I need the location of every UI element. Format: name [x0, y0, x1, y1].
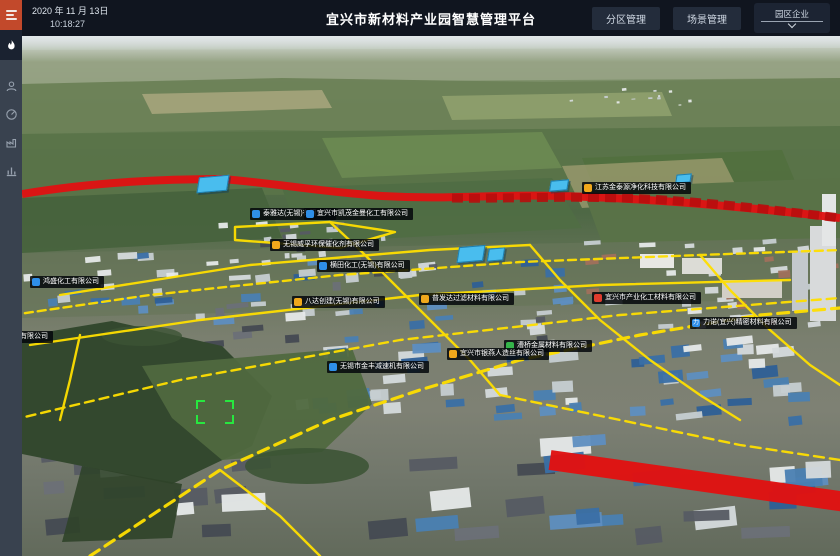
factory-icon [5, 136, 18, 149]
scene-management-button[interactable]: 场景管理 [673, 7, 741, 30]
app-window: 2020 年 11 月 13日 10:18:27 宜兴市新材料产业园智慧管理平台… [0, 0, 840, 556]
company-marker-icon [594, 294, 602, 302]
company-label[interactable]: 横田化工(无锡)有限公司 [317, 260, 410, 272]
3d-model-marker[interactable] [196, 175, 229, 194]
company-label-text: 无锡市金丰减速机有限公司 [340, 361, 424, 373]
company-marker-icon [252, 210, 260, 218]
company-label-text: 鸿盛化工有限公司 [43, 276, 99, 288]
menu-icon [6, 10, 17, 20]
company-label-text: 普发达过滤材料有限公司 [432, 293, 509, 305]
sidebar-item-fire-alarm[interactable] [0, 30, 22, 60]
company-marker-icon [32, 278, 40, 286]
sidebar-item-monitoring[interactable] [0, 100, 22, 128]
3d-model-marker[interactable] [456, 245, 485, 263]
3d-model-marker[interactable] [549, 179, 569, 192]
company-label-text: 八达创建(无锡)有限公司 [305, 296, 380, 308]
sidebar-item-statistics[interactable] [0, 156, 22, 184]
dropdown-label: 园区企业 [775, 9, 809, 20]
park-enterprise-dropdown[interactable]: 园区企业 [754, 3, 830, 33]
gauge-icon [5, 108, 18, 121]
company-marker-icon [421, 295, 429, 303]
company-label[interactable]: 宜兴市国信防火材料有限公司 [22, 331, 53, 343]
company-marker-icon [584, 184, 592, 192]
sidebar-item-personnel[interactable] [0, 72, 22, 100]
3d-model-marker[interactable] [487, 247, 505, 261]
current-time: 10:18:27 [32, 18, 172, 32]
map-3d-view[interactable]: 鸿盛化工有限公司宜兴市国信防火材料有限公司泰雅达(无锡)有限公司宜兴市凯茂金曼化… [22, 36, 840, 556]
company-label-text: 力诺(宜兴)精密材料有限公司 [703, 317, 792, 329]
company-marker-icon [294, 298, 302, 306]
company-label-text: 宜兴市国信防火材料有限公司 [22, 331, 48, 343]
company-label-text: 宜兴市银燕人造丝有限公司 [460, 348, 544, 360]
company-label[interactable]: 八达创建(无锡)有限公司 [292, 296, 385, 308]
sidebar-item-main-menu[interactable] [0, 0, 22, 30]
company-label[interactable]: 力力诺(宜兴)精密材料有限公司 [690, 317, 797, 329]
sidebar-item-enterprise[interactable] [0, 128, 22, 156]
selection-target-box [196, 400, 234, 424]
company-label[interactable]: 普发达过滤材料有限公司 [419, 293, 514, 305]
company-label[interactable]: 宜兴市产业化工材料有限公司 [592, 292, 701, 304]
user-icon [5, 80, 18, 93]
company-marker-icon: 力 [692, 319, 700, 327]
bar-chart-icon [5, 164, 18, 177]
company-label[interactable]: 宜兴市凯茂金曼化工有限公司 [304, 208, 413, 220]
current-date: 2020 年 11 月 13日 [32, 5, 172, 19]
company-label[interactable]: 无锡市金丰减速机有限公司 [327, 361, 429, 373]
company-label-text: 江苏金泰源净化科技有限公司 [595, 182, 686, 194]
company-marker-icon [306, 210, 314, 218]
company-marker-icon [319, 262, 327, 270]
flame-icon [5, 39, 18, 52]
company-label-text: 宜兴市产业化工材料有限公司 [605, 292, 696, 304]
company-marker-icon [329, 363, 337, 371]
datetime-block: 2020 年 11 月 13日 10:18:27 [22, 5, 172, 32]
company-label[interactable]: 宜兴市银燕人造丝有限公司 [447, 348, 549, 360]
company-label[interactable]: 鸿盛化工有限公司 [30, 276, 104, 288]
company-label-text: 横田化工(无锡)有限公司 [330, 260, 405, 272]
company-label[interactable]: 江苏金泰源净化科技有限公司 [582, 182, 691, 194]
company-marker-icon [272, 241, 280, 249]
company-label-text: 宜兴市凯茂金曼化工有限公司 [317, 208, 408, 220]
zone-management-button[interactable]: 分区管理 [592, 7, 660, 30]
sidebar [0, 0, 22, 556]
top-bar: 2020 年 11 月 13日 10:18:27 宜兴市新材料产业园智慧管理平台… [22, 0, 840, 36]
header-actions: 分区管理 场景管理 园区企业 [592, 3, 840, 33]
company-label[interactable]: 无锡威孚环保催化剂有限公司 [270, 239, 379, 251]
company-marker-icon [449, 350, 457, 358]
company-label-text: 无锡威孚环保催化剂有限公司 [283, 239, 374, 251]
